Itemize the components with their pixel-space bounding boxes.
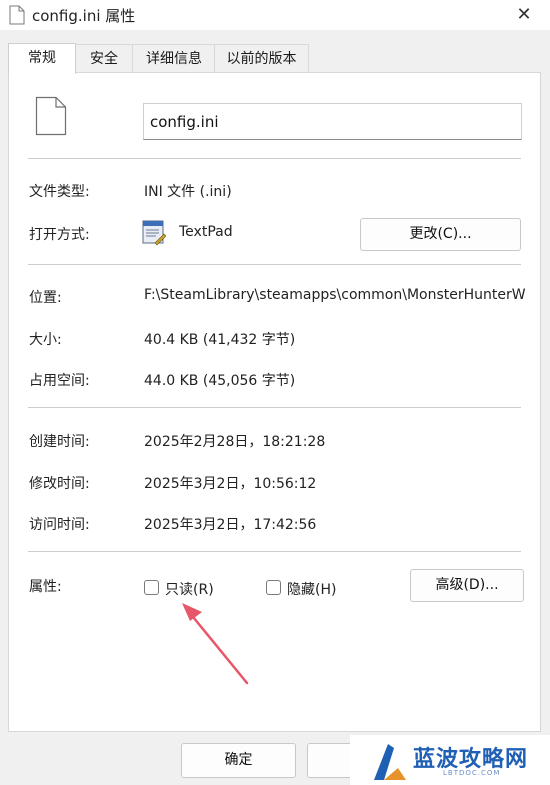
watermark: 蓝波攻略网 LBTDOC.COM bbox=[350, 735, 550, 785]
readonly-label[interactable]: 只读(R) bbox=[165, 579, 214, 599]
window-title: config.ini 属性 bbox=[32, 7, 136, 25]
accessed-label: 访问时间: bbox=[29, 517, 90, 533]
disk-size-label: 占用空间: bbox=[29, 373, 90, 389]
created-value: 2025年2月28日，18:21:28 bbox=[144, 434, 326, 450]
tab-general[interactable]: 常规 bbox=[8, 43, 76, 74]
file-type-label: 文件类型: bbox=[29, 184, 90, 200]
open-with-label: 打开方式: bbox=[29, 227, 90, 243]
created-label: 创建时间: bbox=[29, 434, 90, 450]
tab-security[interactable]: 安全 bbox=[74, 44, 134, 73]
attributes-label: 属性: bbox=[29, 579, 62, 595]
divider bbox=[28, 158, 521, 159]
modified-value: 2025年3月2日，10:56:12 bbox=[144, 476, 317, 492]
open-with-app: TextPad bbox=[179, 224, 233, 240]
ok-button[interactable]: 确定 bbox=[181, 743, 296, 778]
divider bbox=[28, 407, 521, 408]
file-type-value: INI 文件 (.ini) bbox=[144, 184, 232, 200]
general-panel bbox=[8, 72, 541, 732]
hidden-checkbox[interactable] bbox=[266, 580, 281, 595]
file-icon bbox=[9, 5, 25, 25]
divider bbox=[28, 264, 521, 265]
location-label: 位置: bbox=[29, 290, 62, 306]
advanced-button[interactable]: 高级(D)... bbox=[410, 569, 524, 602]
modified-label: 修改时间: bbox=[29, 476, 90, 492]
watermark-domain: LBTDOC.COM bbox=[443, 769, 501, 777]
tab-details[interactable]: 详细信息 bbox=[132, 44, 216, 73]
disk-size-value: 44.0 KB (45,056 字节) bbox=[144, 373, 296, 389]
accessed-value: 2025年3月2日，17:42:56 bbox=[144, 517, 317, 533]
close-button[interactable]: ✕ bbox=[506, 3, 542, 27]
file-name-input[interactable] bbox=[143, 103, 522, 140]
tab-previous-versions[interactable]: 以前的版本 bbox=[214, 44, 309, 73]
size-value: 40.4 KB (41,432 字节) bbox=[144, 332, 296, 348]
document-icon bbox=[35, 96, 67, 136]
size-label: 大小: bbox=[29, 332, 62, 348]
watermark-logo-icon bbox=[374, 744, 406, 780]
divider bbox=[28, 551, 521, 552]
hidden-label[interactable]: 隐藏(H) bbox=[287, 579, 336, 599]
readonly-checkbox[interactable] bbox=[144, 580, 159, 595]
title-bar: config.ini 属性 ✕ bbox=[0, 0, 550, 30]
change-button[interactable]: 更改(C)... bbox=[360, 218, 521, 251]
textpad-app-icon bbox=[142, 220, 166, 246]
location-value: F:\SteamLibrary\steamapps\common\Monster… bbox=[144, 287, 525, 303]
